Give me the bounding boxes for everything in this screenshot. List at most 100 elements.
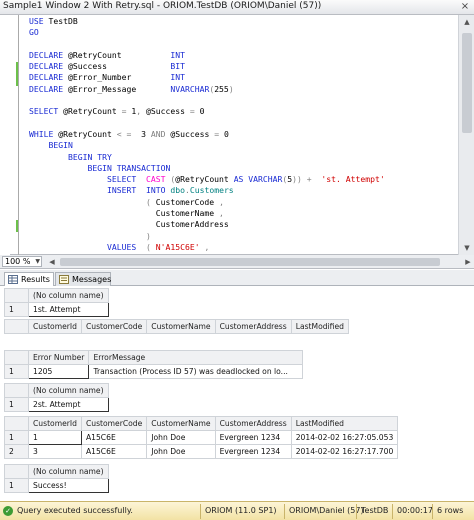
grid-cell[interactable]: John Doe [146, 444, 216, 459]
code-token: @Success [165, 128, 215, 139]
scroll-thumb[interactable] [462, 33, 472, 133]
row-number[interactable]: 1 [4, 430, 29, 445]
grid-cell[interactable]: 1st. Attempt [28, 302, 109, 317]
code-token: AS VARCHAR [233, 174, 283, 185]
code-line[interactable]: SELECT @RetryCount = 1, @Success = 0 [29, 106, 456, 117]
column-header[interactable]: (No column name) [28, 383, 109, 398]
code-token: BEGIN [48, 140, 73, 151]
code-line[interactable]: USE TestDB [29, 16, 456, 27]
sql-code[interactable]: USE TestDB GO DECLARE @RetryCount INT DECL… [29, 16, 456, 253]
code-token: DECLARE [29, 83, 68, 94]
code-line[interactable]: CustomerName , [29, 208, 456, 219]
column-header[interactable]: CustomerAddress [214, 319, 292, 334]
grid-cell[interactable]: Evergreen 1234 [214, 430, 292, 445]
column-header[interactable]: CustomerName [146, 319, 216, 334]
code-token: DECLARE [29, 49, 68, 60]
tab-messages[interactable]: Messages [55, 272, 111, 286]
grid-cell[interactable]: A15C6E [80, 430, 148, 445]
grid-cell[interactable]: A15C6E [80, 444, 148, 459]
column-header[interactable]: LastModified [290, 319, 349, 334]
status-row-count: 6 rows [432, 504, 474, 519]
scroll-up-icon[interactable]: ▲ [459, 15, 474, 29]
grid-cell[interactable]: Success! [28, 478, 109, 493]
result-grid[interactable]: (No column name) 1 Success! [4, 464, 109, 493]
tab-results-label: Results [21, 275, 50, 284]
code-line[interactable]: CustomerAddress [29, 219, 456, 230]
column-header[interactable]: (No column name) [28, 288, 109, 303]
result-grid[interactable]: (No column name) 1 1st. Attempt [4, 288, 109, 317]
code-line[interactable]: VALUES ( N'A15C6E' , [29, 242, 456, 253]
grid-cell[interactable]: 1 [28, 430, 82, 445]
code-token: GO [29, 27, 39, 38]
code-line[interactable]: DECLARE @Error_Message NVARCHAR(255) [29, 84, 456, 95]
code-line[interactable] [29, 39, 456, 50]
scroll-left-icon[interactable]: ◀ [46, 256, 58, 268]
code-line[interactable]: DECLARE @Success BIT [29, 61, 456, 72]
column-header[interactable]: LastModified [290, 416, 399, 431]
code-token: @RetryCount [67, 49, 171, 60]
column-header[interactable]: CustomerCode [80, 319, 148, 334]
column-header[interactable]: CustomerId [28, 416, 82, 431]
column-header[interactable]: ErrorMessage [88, 350, 304, 365]
close-icon[interactable]: × [459, 1, 471, 13]
code-line[interactable]: SELECT CAST (@RetryCount AS VARCHAR(5)) … [29, 174, 456, 185]
code-line[interactable]: BEGIN TRANSACTION [29, 163, 456, 174]
code-line[interactable]: ) [29, 231, 456, 242]
code-line[interactable] [29, 95, 456, 106]
column-header[interactable]: (No column name) [28, 464, 109, 479]
code-line[interactable]: ( CustomerCode , [29, 197, 456, 208]
code-line[interactable]: GO [29, 27, 456, 38]
code-token: 3 [131, 128, 151, 139]
column-header[interactable]: CustomerId [28, 319, 82, 334]
code-line[interactable]: DECLARE @RetryCount INT [29, 50, 456, 61]
grid-cell[interactable]: 2st. Attempt [28, 397, 109, 412]
grid-cell[interactable]: John Doe [146, 430, 216, 445]
grid-cell[interactable]: Evergreen 1234 [214, 444, 292, 459]
code-token: 1 [126, 106, 137, 117]
code-line[interactable]: DECLARE @Error_Number INT [29, 72, 456, 83]
status-message: Query executed successfully. [17, 506, 133, 515]
code-line[interactable]: BEGIN [29, 140, 456, 151]
tab-results[interactable]: Results [4, 272, 54, 287]
scroll-right-icon[interactable]: ▶ [462, 256, 474, 268]
grid-cell[interactable]: Transaction (Process ID 57) was deadlock… [88, 364, 304, 379]
editor-horizontal-scrollbar[interactable]: ◀ ▶ [46, 256, 474, 268]
chevron-down-icon[interactable]: ▼ [35, 257, 40, 267]
query-editor[interactable]: USE TestDB GO DECLARE @RetryCount INT DECL… [0, 15, 474, 255]
code-token: ) [145, 230, 151, 241]
row-number[interactable]: 1 [4, 397, 29, 412]
result-grid[interactable]: (No column name) 1 2st. Attempt [4, 383, 109, 412]
code-token: Customers [189, 185, 234, 196]
grid-cell[interactable]: 2014-02-02 16:27:17.700 [290, 444, 399, 459]
results-pane[interactable]: (No column name) 1 1st. Attempt Customer… [0, 286, 474, 501]
editor-vertical-scrollbar[interactable]: ▲ ▼ [458, 15, 474, 255]
code-line[interactable]: BEGIN TRY [29, 152, 456, 163]
code-token: ) [228, 83, 234, 94]
scroll-down-icon[interactable]: ▼ [459, 241, 474, 255]
result-grid[interactable]: CustomerId CustomerCode CustomerName Cus… [4, 319, 349, 334]
row-number[interactable]: 1 [4, 478, 29, 493]
column-header[interactable]: CustomerCode [80, 416, 148, 431]
code-line[interactable]: INSERT INTO dbo.Customers [29, 185, 456, 196]
hscroll-thumb[interactable] [60, 258, 440, 266]
row-number[interactable]: 1 [4, 364, 29, 379]
column-header[interactable]: CustomerName [146, 416, 216, 431]
row-number[interactable]: 1 [4, 302, 29, 317]
column-header[interactable]: CustomerAddress [214, 416, 292, 431]
code-token: @Success [67, 61, 171, 72]
row-header-corner [4, 288, 29, 303]
result-grid[interactable]: Error Number ErrorMessage 1 1205 Transac… [4, 350, 304, 379]
code-line[interactable] [29, 118, 456, 129]
grid-cell[interactable]: 2014-02-02 16:27:05.053 [290, 430, 399, 445]
zoom-select[interactable]: 100 % ▼ [2, 256, 42, 267]
column-header[interactable]: Error Number [27, 350, 90, 365]
grid-cell[interactable]: 1205 [27, 364, 90, 379]
code-line[interactable]: WHILE @RetryCount < = 3 AND @Success = 0 [29, 129, 456, 140]
row-number[interactable]: 2 [4, 444, 29, 459]
result-grid[interactable]: CustomerId CustomerCode CustomerName Cus… [4, 416, 399, 459]
document-tab-title[interactable]: Sample1 Window 2 With Retry.sql - ORIOM.… [3, 1, 321, 11]
grid-cell[interactable]: 3 [28, 444, 82, 459]
